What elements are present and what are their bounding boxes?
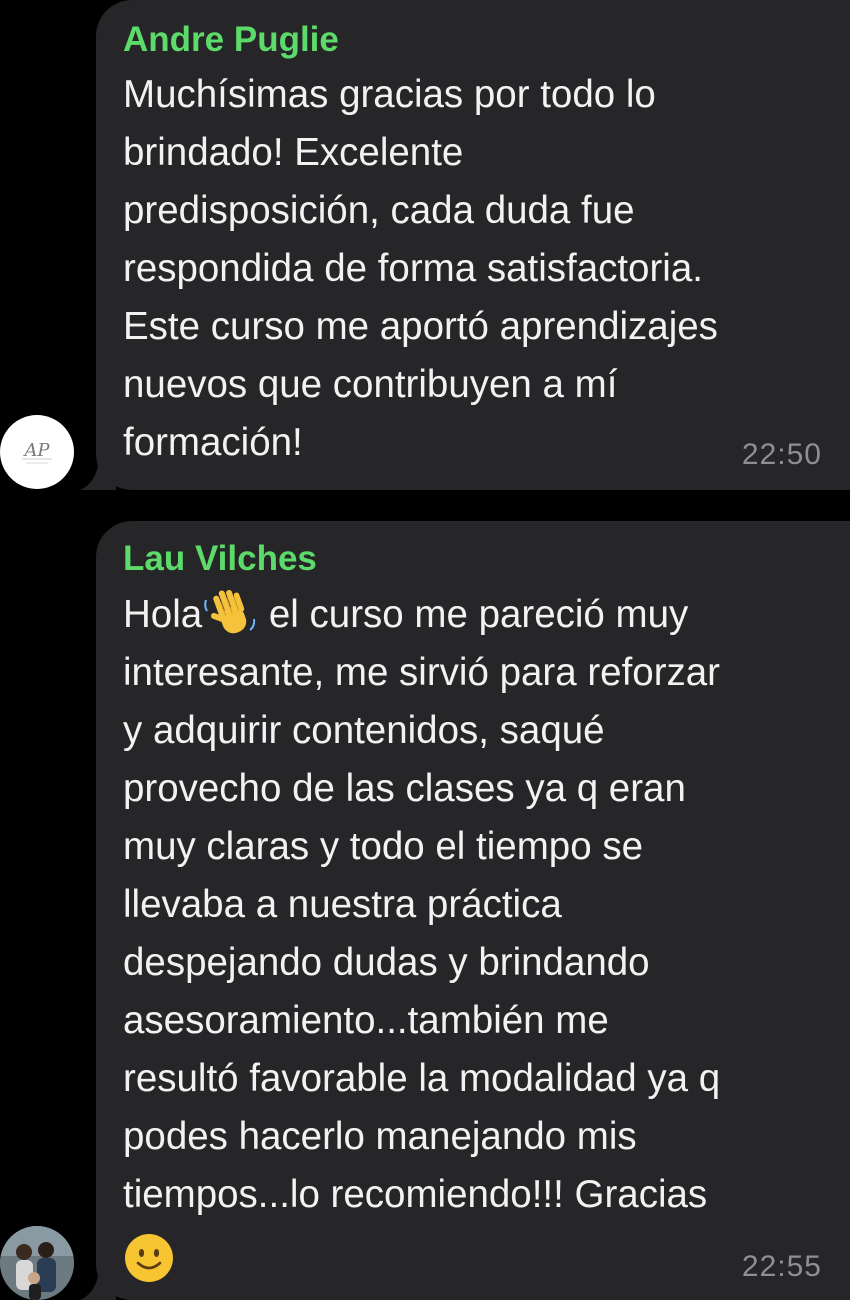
smiling-face-emoji bbox=[123, 1226, 175, 1284]
message-line: predisposición, cada duda fue bbox=[123, 189, 635, 232]
message-line: Hola el curso me pareció muy bbox=[123, 586, 838, 644]
message-timestamp: 22:50 bbox=[741, 438, 822, 471]
message-line: provecho de las clases ya q eran bbox=[123, 767, 686, 810]
chat-message[interactable]: Lau Vilches Hola el curso me pareció muy… bbox=[0, 521, 850, 1300]
message-line: podes hacerlo manejando mis bbox=[123, 1115, 637, 1158]
message-line: formación! bbox=[123, 421, 303, 464]
message-line-rest: el curso me pareció muy bbox=[258, 593, 689, 636]
message-line: nuevos que contribuyen a mí bbox=[123, 363, 618, 406]
sender-name[interactable]: Lau Vilches bbox=[123, 539, 317, 579]
bubble-tail bbox=[80, 450, 116, 490]
message-line-start: Hola bbox=[123, 593, 203, 636]
message-line: Muchísimas gracias por todo lo bbox=[123, 73, 656, 116]
message-bubble[interactable]: Andre Puglie Muchísimas gracias por todo… bbox=[96, 0, 850, 490]
chat-message[interactable]: Andre Puglie Muchísimas gracias por todo… bbox=[0, 0, 850, 490]
bubble-tail bbox=[80, 1260, 116, 1300]
sender-avatar[interactable] bbox=[0, 1226, 74, 1300]
message-line: despejando dudas y brindando bbox=[123, 941, 650, 984]
message-line: brindado! Excelente bbox=[123, 131, 464, 174]
message-text: Muchísimas gracias por todo lo brindado!… bbox=[123, 66, 838, 472]
message-line: asesoramiento...también me bbox=[123, 999, 609, 1042]
message-line: Este curso me aportó aprendizajes bbox=[123, 305, 718, 348]
sender-name[interactable]: Andre Puglie bbox=[123, 20, 339, 60]
user-photo-avatar bbox=[0, 1226, 74, 1300]
message-line: resultó favorable la modalidad ya q bbox=[123, 1057, 721, 1100]
svg-text:AP: AP bbox=[22, 440, 50, 461]
message-text: Hola el curso me pareció muy interesante… bbox=[123, 586, 838, 1284]
waving-hand-emoji bbox=[202, 589, 258, 642]
message-timestamp: 22:55 bbox=[741, 1250, 822, 1283]
logo-monogram-icon: AP bbox=[22, 440, 52, 464]
message-line: respondida de forma satisfactoria. bbox=[123, 247, 703, 290]
message-line: y adquirir contenidos, saqué bbox=[123, 709, 605, 752]
sender-avatar[interactable]: AP bbox=[0, 415, 74, 489]
message-line: muy claras y todo el tiempo se bbox=[123, 825, 643, 868]
message-bubble[interactable]: Lau Vilches Hola el curso me pareció muy… bbox=[96, 521, 850, 1300]
message-line: tiempos...lo recomiendo!!! Gracias bbox=[123, 1173, 708, 1216]
message-line: interesante, me sirvió para reforzar bbox=[123, 651, 720, 694]
message-line: llevaba a nuestra práctica bbox=[123, 883, 562, 926]
message-line bbox=[123, 1224, 838, 1284]
